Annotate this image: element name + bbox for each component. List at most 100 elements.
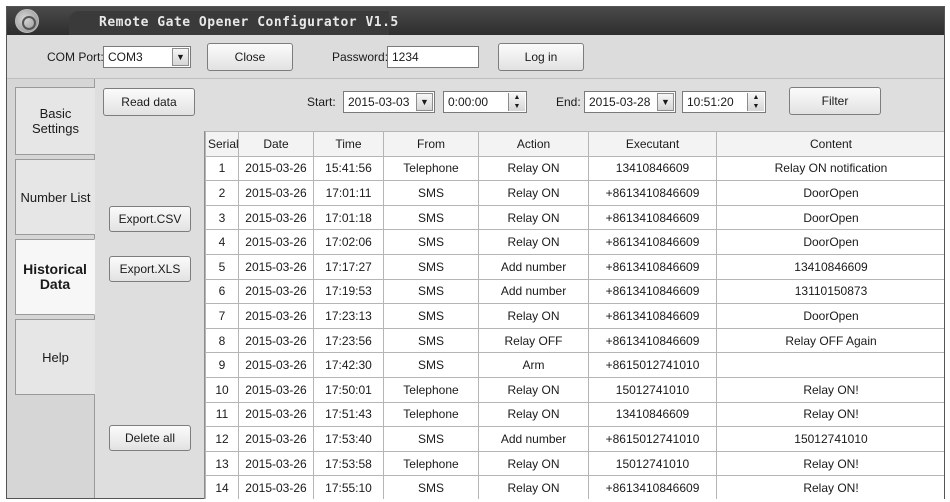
table-row[interactable]: 10 2015-03-26 17:50:01 Telephone Relay ON 150… [205,376,944,403]
table-cell: +8615012741010 [588,426,717,452]
table-cell: Relay ON! [716,450,944,477]
table-cell [716,352,944,378]
table-row[interactable]: 2 2015-03-26 17:01:11 SMS Relay ON +861341084… [205,180,944,206]
password-field[interactable]: 1234 [387,46,479,68]
spin-arrows-icon[interactable]: ▲ ▼ [747,93,764,111]
table-cell: 17:51:43 [313,401,384,428]
column-header[interactable]: Date [238,131,314,157]
table-cell: +8613410846609 [588,278,717,305]
table-cell: 5 [205,253,239,280]
actions-panel: Export.CSV Export.XLS Delete all [96,131,204,498]
filter-bar: Read data Start: 2015-03-03 ▼ 0:00:00 ▲ ▼… [96,79,944,131]
table-cell: 14 [205,475,239,499]
start-time-stepper[interactable]: 0:00:00 ▲ ▼ [443,91,527,113]
sidebar-item-number-list[interactable]: Number List [15,159,95,235]
table-row[interactable]: 3 2015-03-26 17:01:18 SMS Relay ON +861341084… [205,204,944,231]
table-cell: 2 [205,180,239,206]
table-cell: 17:17:27 [313,253,384,280]
spin-arrows-icon[interactable]: ▲ ▼ [508,93,525,111]
sidebar-item-basic-settings[interactable]: Basic Settings [15,87,95,155]
table-cell: SMS [383,180,479,206]
table-cell: 7 [205,303,239,329]
table-row[interactable]: 12 2015-03-26 17:53:40 SMS Add number +861501… [205,426,944,452]
end-date-picker[interactable]: 2015-03-28 ▼ [584,91,676,113]
table-cell: 2015-03-26 [238,303,314,329]
close-button[interactable]: Close [207,43,293,71]
column-header[interactable]: Serial [205,131,239,157]
table-cell: +8615012741010 [588,352,717,378]
delete-all-button[interactable]: Delete all [109,425,191,451]
table-cell: 13 [205,450,239,477]
table-cell: Telephone [383,376,479,403]
table-cell: 13110150873 [716,278,944,305]
table-cell: 17:23:13 [313,303,384,329]
table-cell: 17:55:10 [313,475,384,499]
table-cell: 6 [205,278,239,305]
table-cell: 17:01:11 [313,180,384,206]
table-cell: SMS [383,303,479,329]
table-cell: 2015-03-26 [238,253,314,280]
export-csv-button[interactable]: Export.CSV [109,206,191,232]
start-date-value: 2015-03-03 [348,95,410,109]
table-cell: Relay ON [478,450,589,477]
history-table-container[interactable]: Serial Date Time From Action Executant C… [204,131,944,499]
app-window: Remote Gate Opener Configurator V1.5 COM… [6,6,945,499]
table-cell: Relay OFF Again [716,327,944,354]
column-header[interactable]: From [383,131,479,157]
column-header[interactable]: Time [313,131,384,157]
table-cell: +8613410846609 [588,180,717,206]
chevron-down-icon[interactable]: ▼ [657,93,674,111]
filter-button[interactable]: Filter [789,87,881,115]
table-cell: SMS [383,475,479,499]
table-row[interactable]: 8 2015-03-26 17:23:56 SMS Relay OFF +86134108… [205,327,944,354]
table-cell: 17:53:58 [313,450,384,477]
table-cell: 2015-03-26 [238,376,314,403]
table-cell: +8613410846609 [588,253,717,280]
end-time-stepper[interactable]: 10:51:20 ▲ ▼ [682,91,766,113]
table-row[interactable]: 13 2015-03-26 17:53:58 Telephone Relay ON 150… [205,450,944,477]
table-cell: Add number [478,426,589,452]
read-data-button[interactable]: Read data [103,88,195,116]
column-header[interactable]: Executant [588,131,717,157]
table-cell: 8 [205,327,239,354]
table-row[interactable]: 11 2015-03-26 17:51:43 Telephone Relay ON 134… [205,401,944,428]
table-cell: 15012741010 [588,376,717,403]
table-cell: SMS [383,278,479,305]
table-row[interactable]: 6 2015-03-26 17:19:53 SMS Add number +8613410… [205,278,944,305]
table-row[interactable]: 1 2015-03-26 15:41:56 Telephone Relay ON 1341… [205,155,944,182]
column-header[interactable]: Action [478,131,589,157]
table-cell: +8613410846609 [588,204,717,231]
table-cell: 12 [205,426,239,452]
chevron-down-icon[interactable]: ▼ [416,93,433,111]
sidebar: Basic Settings Number List Historical Da… [7,79,95,498]
sidebar-item-help[interactable]: Help [15,319,95,395]
table-cell: 2015-03-26 [238,180,314,206]
login-button[interactable]: Log in [498,43,584,71]
table-row[interactable]: 5 2015-03-26 17:17:27 SMS Add number +8613410… [205,253,944,280]
table-cell: Telephone [383,450,479,477]
com-port-label: COM Port: [47,50,104,64]
table-body: 1 2015-03-26 15:41:56 Telephone Relay ON 1341… [205,155,944,499]
com-port-select[interactable]: COM3 ▼ [103,46,191,68]
table-row[interactable]: 9 2015-03-26 17:42:30 SMS Arm +8615012741010 [205,352,944,378]
connection-bar: COM Port: COM3 ▼ Close Password: 1234 Lo… [7,35,944,79]
table-cell: 4 [205,229,239,255]
table-cell: DoorOpen [716,204,944,231]
table-cell: 2015-03-26 [238,450,314,477]
start-date-picker[interactable]: 2015-03-03 ▼ [343,91,435,113]
table-cell: Relay ON [478,204,589,231]
sidebar-item-historical-data[interactable]: Historical Data [15,239,95,315]
table-row[interactable]: 7 2015-03-26 17:23:13 SMS Relay ON +861341084… [205,303,944,329]
table-cell: 15:41:56 [313,155,384,182]
export-xls-button[interactable]: Export.XLS [109,256,191,282]
table-cell: 2015-03-26 [238,278,314,305]
app-logo-icon[interactable] [15,9,39,33]
end-time-value: 10:51:20 [687,95,734,109]
column-header[interactable]: Content [716,131,944,157]
sidebar-item-label: Historical Data [23,261,87,292]
table-cell: +8613410846609 [588,229,717,255]
chevron-down-icon[interactable]: ▼ [172,48,189,66]
table-row[interactable]: 14 2015-03-26 17:55:10 SMS Relay ON +86134108… [205,475,944,499]
table-row[interactable]: 4 2015-03-26 17:02:06 SMS Relay ON +861341084… [205,229,944,255]
table-cell: 13410846609 [588,401,717,428]
